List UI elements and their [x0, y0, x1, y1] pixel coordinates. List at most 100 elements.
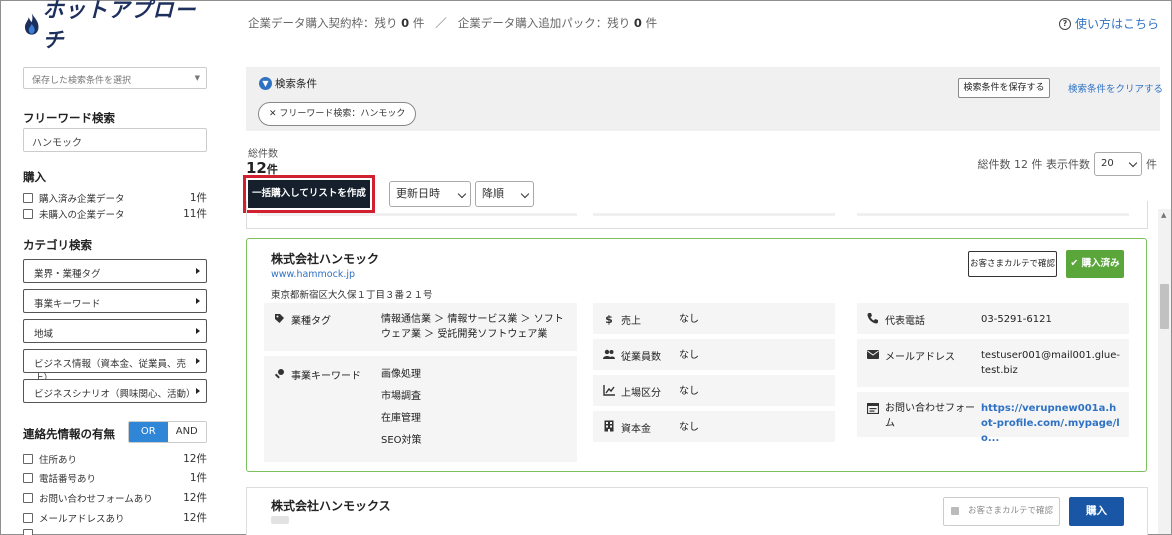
company-name[interactable]: 株式会社ハンモックス — [271, 497, 391, 514]
checkbox[interactable] — [23, 453, 33, 464]
save-conditions-button[interactable]: 検索条件を保存する — [958, 78, 1050, 98]
freeword-heading: フリーワード検索 — [23, 111, 115, 125]
tag-icon — [273, 313, 285, 327]
sort-field-value: 更新日時 — [396, 187, 440, 200]
checkbox — [23, 529, 33, 535]
dollar-icon: $ — [605, 313, 613, 326]
search-conditions-toggle[interactable]: ▼ 検索条件 — [259, 76, 317, 91]
previous-card-cell — [857, 213, 1129, 216]
contact-filter-email[interactable]: メールアドレスあり 12件 — [23, 510, 207, 525]
help-label: 使い方はこちら — [1074, 17, 1159, 31]
filter-label: 未購入の企業データ — [39, 209, 125, 221]
filter-label: 電話番号あり — [39, 473, 97, 485]
category-industry-button[interactable]: 業界・業種タグ — [23, 259, 207, 283]
logo-text: ホットアプローチ — [42, 0, 197, 52]
toggle-and[interactable]: AND — [167, 422, 206, 442]
filter-count: 12件 — [183, 492, 207, 504]
contact-filter-form[interactable]: お問い合わせフォームあり 12件 — [23, 490, 207, 505]
capital-field: 資本金 — [603, 420, 651, 435]
category-business-info-button[interactable]: ビジネス情報（資本金、従業員、売上） — [23, 349, 207, 384]
quota-addon-unit: 件 — [645, 16, 658, 30]
condition-chip[interactable]: ✕ フリーワード検索：ハンモック — [258, 102, 417, 126]
email-label: メールアドレス — [885, 352, 955, 363]
filter-count: 1件 — [189, 472, 207, 484]
category-business-scenario-button[interactable]: ビジネスシナリオ（興味関心、活動） — [23, 379, 207, 403]
quota-addon-value: 0 — [633, 16, 642, 30]
checkbox[interactable] — [23, 192, 33, 203]
listing-value: なし — [679, 386, 699, 397]
category-label: 地域 — [34, 329, 54, 340]
users-icon — [603, 349, 615, 362]
key-icon — [273, 368, 285, 382]
quota-contract-value: 0 — [401, 16, 410, 30]
scrollbar-thumb[interactable] — [1160, 284, 1169, 329]
purchase-filter-unbought[interactable]: 未購入の企業データ 11件 — [23, 206, 207, 221]
category-region-button[interactable]: 地域 — [23, 319, 207, 343]
industry-label: 業種タグ — [291, 316, 331, 327]
contact-filter-phone[interactable]: 電話番号あり 1件 — [23, 470, 207, 485]
customer-karte-button[interactable]: お客さまカルテで確認 — [968, 251, 1057, 277]
sales-value: なし — [679, 314, 699, 325]
employees-value: なし — [679, 350, 699, 361]
per-page-select[interactable]: 20 — [1094, 152, 1142, 176]
quota-contract-unit: 件 — [412, 16, 425, 30]
envelope-icon — [867, 349, 879, 362]
company-address: 東京都新宿区大久保１丁目３番２１号 — [271, 290, 433, 301]
freeword-input[interactable]: ハンモック — [23, 128, 207, 152]
keyword-item: 市場調査 — [381, 391, 421, 402]
caret-down-icon: ▼ — [194, 74, 200, 82]
quota-info: 企業データ購入契約枠：残り 0 件 ／ 企業データ購入追加パック：残り 0 件 — [248, 15, 657, 31]
scroll-up-icon[interactable]: ▲ — [1161, 211, 1166, 219]
purchased-label: 購入済み — [1081, 258, 1120, 269]
checkbox[interactable] — [23, 492, 33, 503]
app-logo[interactable]: ホットアプローチ — [23, 0, 213, 52]
previous-card-cell — [257, 213, 577, 216]
triangle-right-icon — [196, 268, 200, 274]
filter-label: 住所あり — [39, 454, 78, 466]
company-url[interactable]: www.hammock.jp — [271, 269, 355, 280]
close-icon[interactable]: ✕ — [269, 109, 277, 119]
chevron-down-icon: ▼ — [259, 77, 272, 90]
checkbox[interactable] — [23, 472, 33, 483]
purchase-filter-bought[interactable]: 購入済み企業データ 1件 — [23, 190, 207, 205]
toggle-or[interactable]: OR — [129, 422, 168, 442]
saved-conditions-select[interactable]: 保存した検索条件を選択 ▼ — [23, 67, 207, 89]
customer-karte-button-disabled[interactable]: お客さまカルテで確認 — [943, 497, 1060, 526]
keyword-field: 事業キーワード — [273, 367, 361, 382]
category-keyword-button[interactable]: 事業キーワード — [23, 289, 207, 313]
category-heading: カテゴリ検索 — [23, 238, 92, 252]
lock-icon — [951, 507, 959, 515]
filter-label: 購入済み企業データ — [39, 193, 125, 205]
buy-button[interactable]: 購入 — [1069, 497, 1124, 526]
checkbox[interactable] — [23, 208, 33, 219]
condition-chip-label: フリーワード検索：ハンモック — [279, 109, 406, 119]
contact-form-link[interactable]: https://verupnew001a.hot-profile.com/.my… — [981, 401, 1121, 446]
chevron-down-icon — [1128, 158, 1138, 168]
contact-form-field: お問い合わせフォーム — [866, 401, 977, 431]
filter-label: メールアドレスあり — [39, 513, 125, 525]
triangle-right-icon — [196, 298, 200, 304]
or-and-toggle[interactable]: OR AND — [128, 421, 207, 443]
email-value[interactable]: testuser001@mail001.glue-test.biz — [981, 348, 1121, 378]
form-window-icon — [866, 402, 880, 417]
quota-addon-label: 企業データ購入追加パック：残り — [457, 16, 631, 30]
industry-value: 情報通信業 ＞ 情報サービス業 ＞ ソフトウェア業 ＞ 受託開発ソフトウェア業 — [381, 314, 564, 340]
keyword-label: 事業キーワード — [291, 371, 361, 382]
help-link[interactable]: ? 使い方はこちら — [1058, 15, 1159, 32]
purchased-badge[interactable]: ✔ 購入済み — [1066, 250, 1124, 278]
phone-value[interactable]: 03-5291-6121 — [981, 312, 1052, 327]
checkbox[interactable] — [23, 512, 33, 523]
filter-count: 12件 — [183, 512, 207, 524]
contact-filter-address[interactable]: 住所あり 12件 — [23, 451, 207, 466]
listing-field: 上場区分 — [603, 384, 661, 399]
total-label: 総件数 — [248, 149, 278, 160]
company-name[interactable]: 株式会社ハンモック — [271, 250, 379, 267]
scrollbar-track[interactable] — [1158, 209, 1171, 534]
clear-conditions-link[interactable]: 検索条件をクリアする — [1068, 81, 1163, 95]
check-icon: ✔ — [1070, 258, 1079, 269]
line-chart-icon — [603, 384, 615, 399]
saved-conditions-placeholder: 保存した検索条件を選択 — [32, 76, 132, 86]
sales-field: $ 売上 — [603, 312, 641, 327]
filter-count: 11件 — [183, 208, 207, 220]
category-label: 事業キーワード — [34, 299, 101, 310]
